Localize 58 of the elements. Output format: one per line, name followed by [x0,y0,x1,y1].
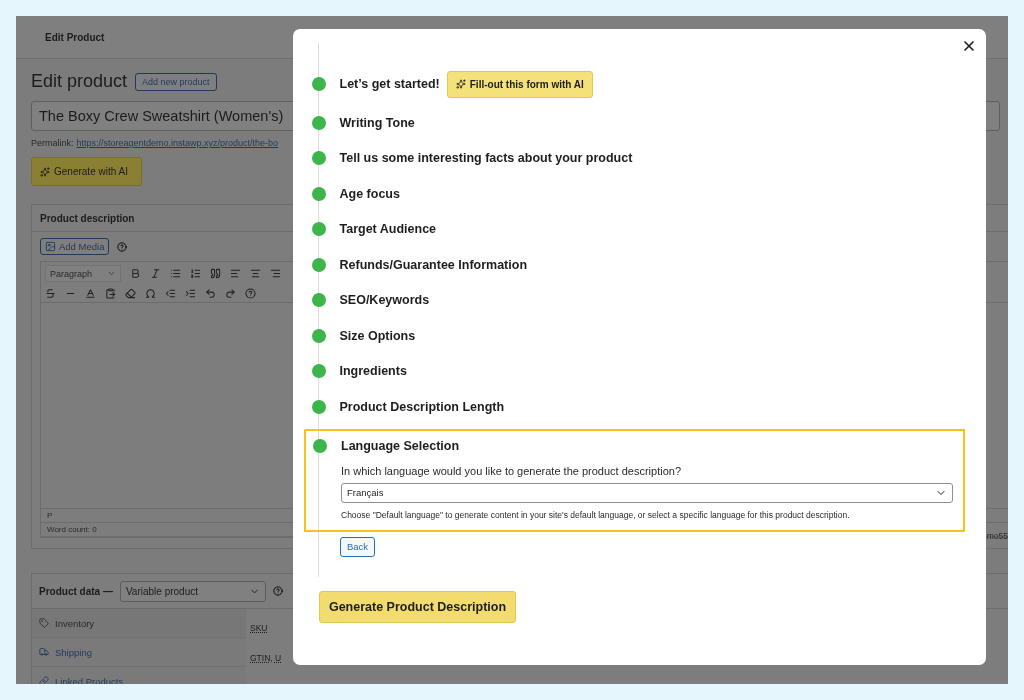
step-title[interactable]: Writing Tone [339,115,415,130]
tag-icon [39,618,49,628]
generate-with-ai-button[interactable]: Generate with AI [31,157,142,186]
paste-icon[interactable] [105,288,116,299]
undo-icon[interactable] [205,288,216,299]
link-icon [39,676,49,684]
step-title[interactable]: Product Description Length [339,399,505,414]
image-icon [45,241,56,252]
omega-icon[interactable] [145,288,156,299]
generate-description-button[interactable]: Generate Product Description [319,590,516,623]
align-center-icon[interactable] [250,268,261,279]
help-icon[interactable] [272,586,283,596]
text-color-icon[interactable] [85,288,96,299]
edge-text: mo55 [986,531,1008,541]
step-title: Let’s get started! [339,77,440,91]
step-dot [311,77,326,91]
outdent-icon[interactable] [165,288,176,299]
format-select[interactable]: Paragraph [45,265,121,282]
help-icon[interactable] [117,241,128,252]
question-text: In which language would you like to generate the product description? [341,464,682,477]
align-right-icon[interactable] [270,268,281,279]
step-title[interactable]: Refunds/Guarantee Information [339,257,528,272]
step-title[interactable]: Tell us some interesting facts about your product [339,151,633,166]
sparkle-icon [40,166,50,177]
sparkle-icon [455,79,466,89]
step-title: Language Selection [341,438,460,453]
indent-icon[interactable] [185,288,196,299]
language-select[interactable]: Français [341,482,953,503]
redo-icon[interactable] [225,288,236,299]
field-label: GTIN, U [250,653,282,663]
bold-icon[interactable] [130,268,141,279]
product-type-select[interactable]: Variable product [119,580,266,602]
eraser-icon[interactable] [125,288,136,299]
help-text: Choose "Default language" to generate content in your site's default language, or select a specific language for this product description. [341,509,851,520]
step-title[interactable]: Size Options [339,328,416,343]
step-title[interactable]: Target Audience [339,222,437,237]
strikethrough-icon[interactable] [45,288,56,299]
truck-icon [39,647,49,657]
fill-with-ai-button[interactable]: Fill-out this form with AI [446,70,593,98]
quote-icon[interactable] [210,268,221,279]
permalink-label: Permalink: [31,138,74,148]
chevron-down-icon [107,269,116,278]
back-button[interactable]: Back [340,536,376,557]
close-icon [961,38,977,54]
panel-title: Product description [40,212,135,224]
header-title: Edit Product [45,31,105,43]
align-left-icon[interactable] [230,268,241,279]
panel-title: Product data — [39,585,113,597]
numbered-list-icon[interactable] [190,268,201,279]
italic-icon[interactable] [150,268,161,279]
bullet-list-icon[interactable] [170,268,181,279]
field-label: SKU [250,623,269,633]
step-title[interactable]: Age focus [339,186,400,201]
step-title[interactable]: SEO/Keywords [339,293,430,308]
page-title: Edit product [31,71,128,92]
step-title[interactable]: Ingredients [339,364,407,379]
help-icon[interactable] [245,288,256,299]
step-dot [313,438,327,453]
